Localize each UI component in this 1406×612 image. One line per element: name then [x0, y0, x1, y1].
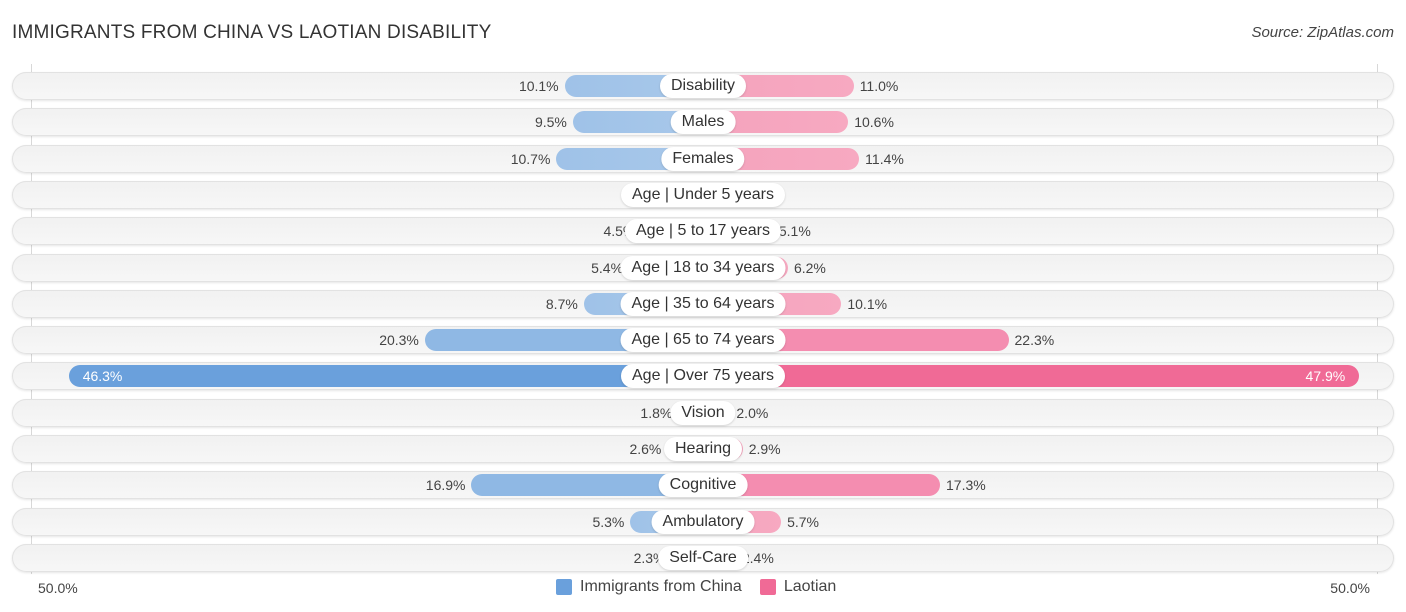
category-label: Age | 35 to 64 years: [620, 291, 786, 316]
source-label: Source: ZipAtlas.com: [1251, 24, 1394, 41]
category-label: Cognitive: [658, 473, 748, 498]
category-label: Age | 5 to 17 years: [624, 219, 782, 244]
legend-label-china: Immigrants from China: [580, 578, 742, 595]
chart-row: 1.8% 2.0% Vision: [12, 398, 1394, 427]
legend-label-laotian: Laotian: [783, 578, 837, 595]
category-label: Ambulatory: [651, 509, 755, 534]
value-label-china: 46.3%: [82, 368, 123, 385]
value-label-laotian: 47.9%: [1305, 368, 1346, 385]
value-label-laotian: 6.2%: [793, 259, 826, 276]
chart-row: 10.1% 11.0% Disability: [12, 72, 1394, 100]
legend-swatch-laotian: [759, 579, 776, 595]
category-label: Self-Care: [658, 545, 748, 570]
value-label-china: 20.3%: [379, 332, 419, 349]
value-label-laotian: 2.0%: [736, 404, 769, 421]
chart-row: 10.7% 11.4% Females: [12, 144, 1394, 173]
legend: Immigrants from China Laotian: [556, 578, 854, 596]
value-label-china: 5.3%: [592, 513, 625, 530]
value-label-china: 10.1%: [518, 78, 559, 94]
category-label: Age | Over 75 years: [621, 364, 785, 389]
chart-row: 5.3% 5.7% Ambulatory: [12, 507, 1394, 536]
value-label-laotian: 10.1%: [847, 295, 888, 312]
value-label-laotian: 11.4%: [865, 150, 904, 167]
bar-china: [68, 365, 703, 388]
value-label-china: 1.8%: [640, 404, 673, 421]
value-label-china: 2.6%: [629, 441, 662, 457]
bar-laotian: [703, 365, 1360, 388]
value-label-china: 8.7%: [545, 295, 578, 312]
chart-row: 4.5% 5.1% Age | 5 to 17 years: [12, 217, 1394, 246]
value-label-laotian: 11.0%: [859, 78, 899, 94]
chart-row: 0.96%1.2%Age | Under 5 years: [12, 180, 1394, 209]
category-label: Males: [670, 110, 736, 135]
chart-row: 9.5% 10.6% Males: [12, 108, 1394, 137]
axis-label-left: 50.0%: [38, 580, 78, 596]
axis-label-right: 50.0%: [1330, 580, 1370, 596]
chart-row: 46.3% 47.9% Age | Over 75 years: [12, 362, 1394, 391]
chart-row: 5.4% 6.2% Age | 18 to 34 years: [12, 253, 1394, 282]
legend-swatch-china: [556, 579, 572, 595]
category-label: Females: [661, 146, 745, 171]
category-label: Vision: [670, 400, 736, 425]
chart-row: 2.3% 2.4% Self-Care: [12, 543, 1394, 572]
chart-row: 20.3% 22.3% Age | 65 to 74 years: [12, 326, 1394, 355]
value-label-laotian: 5.1%: [778, 223, 811, 240]
value-label-china: 9.5%: [534, 114, 567, 131]
value-label-laotian: 2.9%: [748, 441, 781, 457]
value-label-laotian: 10.6%: [854, 114, 894, 131]
value-label-laotian: 5.7%: [787, 513, 819, 530]
value-label-china: 10.7%: [510, 150, 551, 167]
value-label-china: 5.4%: [591, 259, 624, 276]
legend-item-laotian: Laotian: [759, 578, 837, 596]
value-label-laotian: 22.3%: [1014, 332, 1055, 349]
value-label-laotian: 17.3%: [946, 477, 986, 494]
chart-row: 2.6% 2.9% Hearing: [12, 435, 1394, 463]
chart-row: 16.9% 17.3% Cognitive: [12, 471, 1394, 500]
category-label: Age | 18 to 34 years: [620, 255, 786, 280]
legend-item-china: Immigrants from China: [556, 578, 742, 596]
category-label: Age | 65 to 74 years: [620, 328, 786, 353]
category-label: Disability: [659, 74, 747, 98]
category-label: Age | Under 5 years: [620, 182, 786, 207]
value-label-china: 16.9%: [425, 477, 466, 494]
chart-row: 8.7% 10.1% Age | 35 to 64 years: [12, 289, 1394, 318]
chart-title: IMMIGRANTS FROM CHINA VS LAOTIAN DISABIL…: [12, 22, 492, 43]
category-label: Hearing: [663, 437, 743, 461]
